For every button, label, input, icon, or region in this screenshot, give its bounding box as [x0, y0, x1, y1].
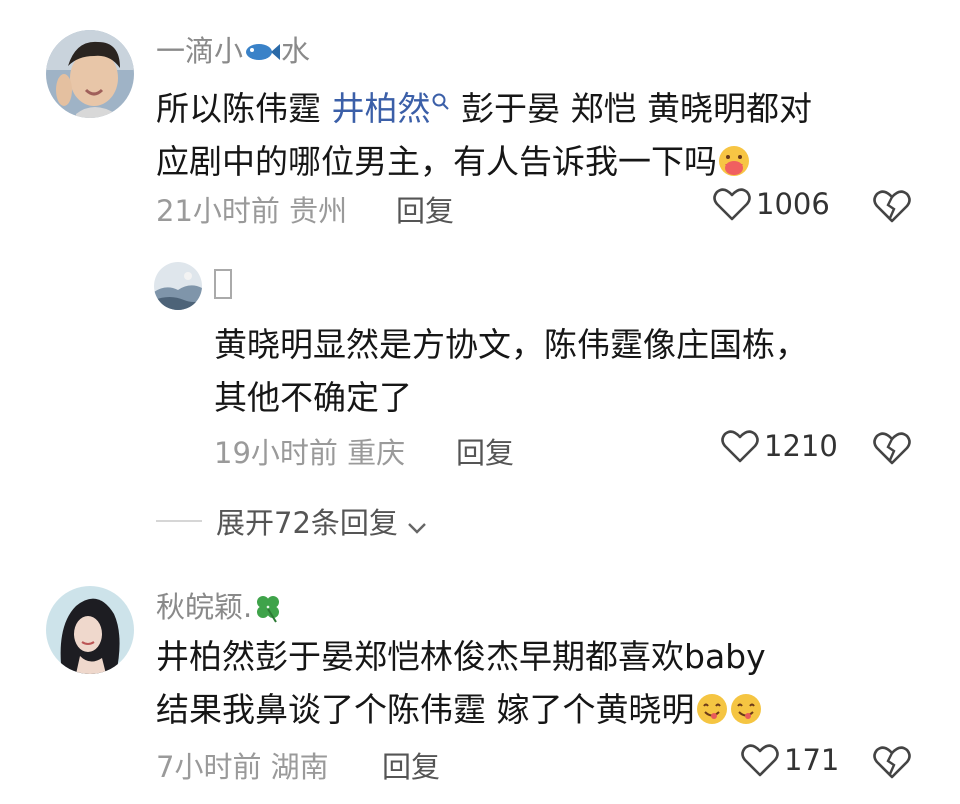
- heart-icon: [712, 186, 752, 222]
- avatar[interactable]: [154, 262, 202, 310]
- like-count: 1006: [756, 187, 830, 221]
- comment-meta: 21小时前 贵州: [156, 194, 348, 228]
- reply-button[interactable]: 回复: [382, 744, 440, 786]
- comment-text: 井柏然彭于晏郑恺林俊杰早期都喜欢baby 结果我鼻谈了个陈伟霆 嫁了个黄晓明: [156, 637, 766, 729]
- reply-text: 黄晓明显然是方协文，陈伟霆像庄国栋， 其他不确定了: [214, 325, 808, 417]
- heart-icon: [740, 742, 780, 778]
- search-icon: [431, 74, 451, 110]
- avatar[interactable]: [46, 30, 134, 118]
- reply-author[interactable]: [214, 268, 232, 302]
- dislike-button[interactable]: [872, 188, 912, 224]
- clover-icon: [252, 593, 284, 623]
- hugging-emoji-icon: [717, 140, 751, 176]
- chevron-down-icon: [404, 511, 430, 534]
- reply-button[interactable]: 回复: [396, 188, 454, 230]
- search-link[interactable]: 井柏然: [332, 89, 451, 128]
- like-button[interactable]: 1006: [712, 186, 830, 222]
- yum-emoji-icon: [729, 688, 763, 724]
- comment-text: 所以陈伟霆 井柏然 彭于晏 郑恺 黄晓明都对 应剧中的哪位男主，有人告诉我一下吗: [156, 74, 926, 188]
- like-button[interactable]: 171: [740, 742, 839, 778]
- dislike-button[interactable]: [872, 744, 912, 780]
- comment-author[interactable]: 秋皖颖.: [156, 584, 284, 626]
- yum-emoji-icon: [695, 688, 729, 724]
- like-count: 1210: [764, 429, 838, 463]
- divider: [156, 520, 202, 522]
- dislike-button[interactable]: [872, 430, 912, 466]
- reply-button[interactable]: 回复: [456, 430, 514, 472]
- like-button[interactable]: 1210: [720, 428, 838, 464]
- broken-heart-icon: [873, 746, 911, 779]
- fish-icon: [243, 36, 281, 60]
- comment-author[interactable]: 一滴小 水: [156, 28, 310, 70]
- expand-replies-button[interactable]: 展开72条回复: [156, 500, 430, 542]
- broken-heart-icon: [873, 432, 911, 465]
- broken-heart-icon: [873, 190, 911, 223]
- heart-icon: [720, 428, 760, 464]
- placeholder-glyph: [214, 269, 232, 299]
- like-count: 171: [784, 743, 840, 777]
- reply-meta: 19小时前 重庆: [214, 436, 406, 470]
- comment-meta: 7小时前 湖南: [156, 750, 329, 784]
- avatar[interactable]: [46, 586, 134, 674]
